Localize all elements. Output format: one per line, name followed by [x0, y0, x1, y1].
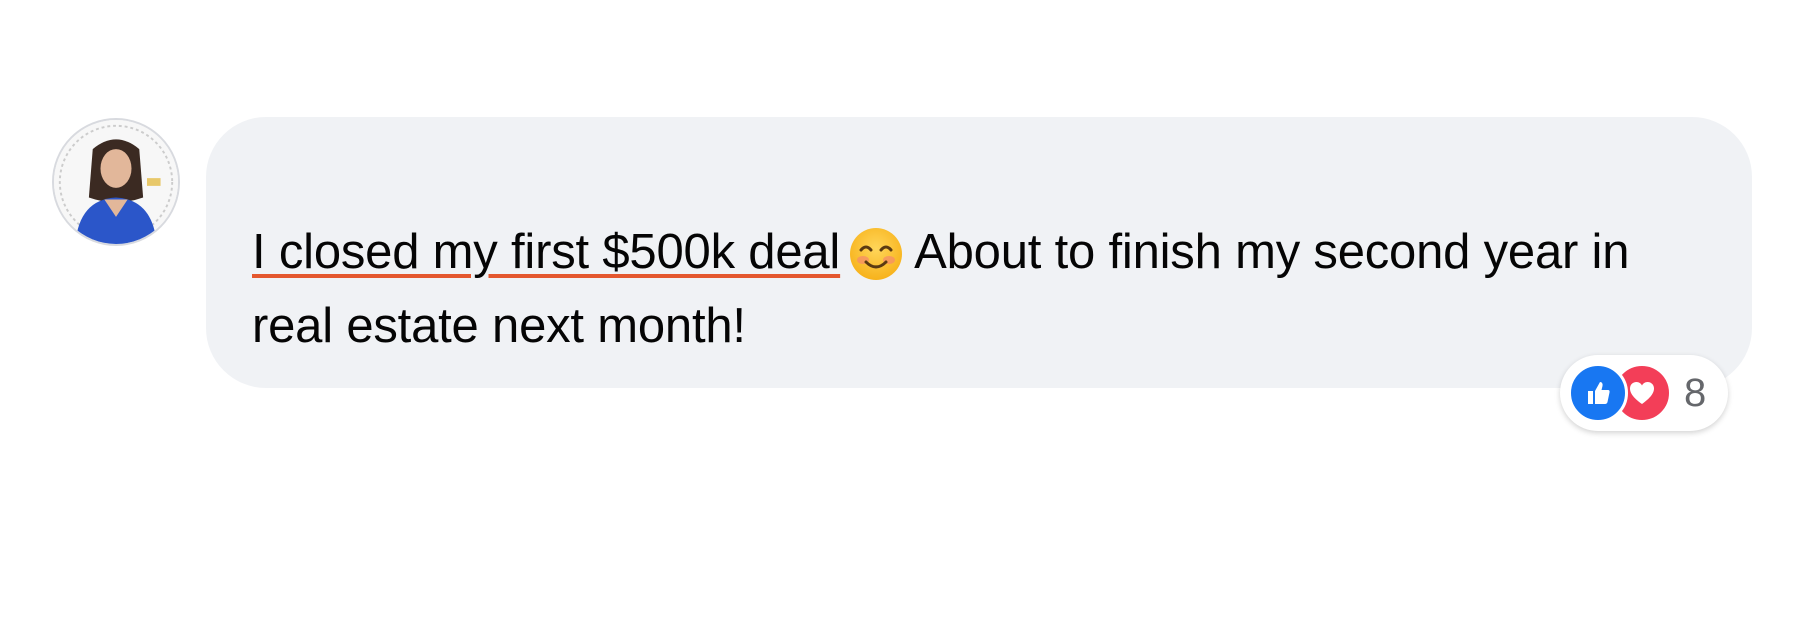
comment-bubble: I closed my first $500k deal About to fi… [206, 117, 1752, 388]
comment-screenshot: I closed my first $500k deal About to fi… [0, 0, 1800, 624]
smiling-face-emoji-icon [848, 226, 904, 282]
highlighted-text: I closed my first $500k deal [252, 225, 841, 279]
reactions-summary[interactable]: 8 [1560, 355, 1729, 431]
reaction-count: 8 [1684, 370, 1707, 415]
like-icon [1568, 363, 1628, 423]
comment-text: I closed my first $500k deal About to fi… [252, 215, 1712, 363]
avatar[interactable] [52, 118, 180, 246]
profile-photo [54, 120, 178, 244]
